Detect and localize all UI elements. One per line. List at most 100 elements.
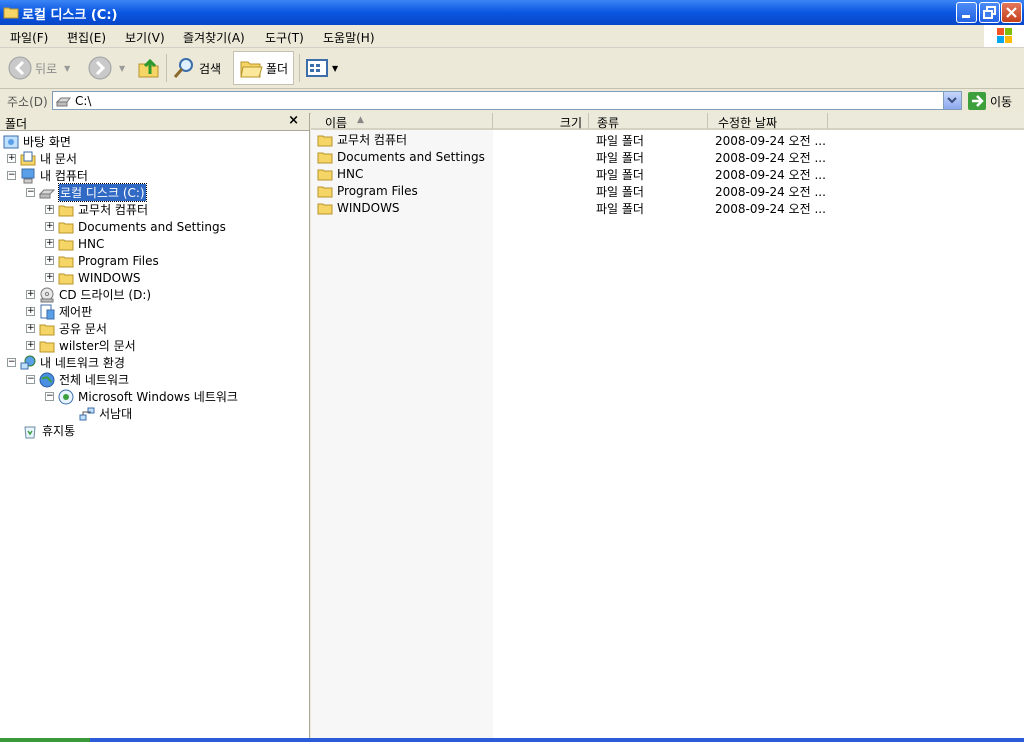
file-type: 파일 폴더 [596,168,644,182]
list-item[interactable]: Documents and Settings 파일 폴더 2008-09-24 … [311,148,1024,165]
restore-icon [983,6,996,19]
tree-item-folder[interactable]: + HNC [45,235,104,252]
tree-item-label: HNC [78,236,105,251]
expand-icon[interactable]: + [45,222,54,231]
globe-icon [39,372,55,387]
column-header-empty [828,113,1024,130]
restore-button[interactable] [979,2,1000,23]
expand-icon[interactable]: + [26,324,35,333]
taskbar-edge [0,738,1024,742]
tree-item-my-network[interactable]: − 내 네트워크 환경 [7,354,125,371]
windows-network-icon [58,389,74,404]
column-header-name[interactable]: 이름 ▲ [311,113,493,130]
menu-favorites[interactable]: 즐겨찾기(A) [183,29,245,46]
cd-drive-icon [40,287,54,302]
folder-pane-close-button[interactable]: × [288,113,299,128]
tree-item-entire-network[interactable]: − 전체 네트워크 [26,371,129,388]
control-panel-icon [40,304,55,319]
folder-icon [317,152,333,163]
column-header-type[interactable]: 종류 [589,113,708,130]
back-button[interactable]: 뒤로 ▼ [8,52,70,84]
go-button[interactable]: 이동 [968,92,1012,110]
forward-button[interactable]: ▼ [88,52,125,84]
folders-label: 폴더 [266,61,289,76]
title-bar[interactable]: 로컬 디스크 (C:) [0,0,1024,25]
address-dropdown-button[interactable] [943,92,961,109]
menu-view[interactable]: 보기(V) [125,29,165,46]
tree-item-folder[interactable]: + 교무처 컴퓨터 [45,201,148,218]
tree-item-control-panel[interactable]: + 제어판 [26,303,92,320]
file-name: 교무처 컴퓨터 [337,133,408,147]
tree-item-cd-drive[interactable]: + CD 드라이브 (D:) [26,286,151,303]
tree-item-folder[interactable]: + Program Files [45,252,159,269]
search-button[interactable]: 검색 [172,52,221,84]
file-type: 파일 폴더 [596,185,644,199]
views-button[interactable]: ▼ [305,52,338,84]
minimize-button[interactable] [956,2,977,23]
menu-tools[interactable]: 도구(T) [265,29,304,46]
collapse-icon[interactable]: − [7,358,16,367]
folder-icon [317,203,333,214]
views-dropdown-icon[interactable]: ▼ [332,64,338,73]
file-name: Documents and Settings [337,149,485,164]
tree-item-workgroup[interactable]: 서남대 [79,405,132,422]
tree-item-label: 공유 문서 [59,322,107,336]
menu-file[interactable]: 파일(F) [10,29,48,46]
address-bar: 주소(D) C:\ 이동 [0,89,1024,114]
back-label: 뒤로 [35,61,58,76]
collapse-icon[interactable]: − [45,392,54,401]
expand-icon[interactable]: + [26,290,35,299]
menu-edit[interactable]: 편집(E) [67,29,106,46]
list-item[interactable]: HNC 파일 폴더 2008-09-24 오전 ... [311,165,1024,182]
forward-dropdown-icon[interactable]: ▼ [119,64,125,73]
column-type-label: 종류 [597,116,620,130]
list-item[interactable]: WINDOWS 파일 폴더 2008-09-24 오전 ... [311,199,1024,216]
go-label: 이동 [990,94,1013,109]
back-dropdown-icon[interactable]: ▼ [64,64,70,73]
list-item[interactable]: 교무처 컴퓨터 파일 폴더 2008-09-24 오전 ... [311,131,1024,148]
tree-item-label: wilster의 문서 [59,339,136,353]
tree-item-desktop[interactable]: 바탕 화면 [3,133,71,150]
collapse-icon[interactable]: − [7,171,16,180]
file-modified: 2008-09-24 오전 ... [715,168,826,182]
workgroup-icon [79,407,95,420]
recycle-bin-icon [24,426,36,438]
sorted-column-highlight [311,130,493,742]
drive-icon [56,97,71,107]
up-folder-icon [138,58,159,78]
tree-item-label: Program Files [78,253,159,268]
expand-icon[interactable]: + [45,256,54,265]
expand-icon[interactable]: + [26,341,35,350]
column-header-size[interactable]: 크기 [493,113,589,130]
tree-item-local-disk-c[interactable]: − 로컬 디스크 (C:) [26,183,147,202]
tree-item-label: WINDOWS [78,270,141,285]
tree-item-ms-windows-network[interactable]: − Microsoft Windows 네트워크 [45,388,238,405]
collapse-icon[interactable]: − [26,188,35,197]
tree-item-user-documents[interactable]: + wilster의 문서 [26,337,136,354]
tree-item-shared-documents[interactable]: + 공유 문서 [26,320,107,337]
tree-item-folder[interactable]: + WINDOWS [45,269,141,286]
column-header-modified[interactable]: 수정한 날짜 [708,113,828,130]
tree-item-my-computer[interactable]: − 내 컴퓨터 [7,167,88,184]
expand-icon[interactable]: + [45,273,54,282]
list-item[interactable]: Program Files 파일 폴더 2008-09-24 오전 ... [311,182,1024,199]
chevron-down-icon [947,97,957,104]
tree-item-recycle-bin[interactable]: 휴지통 [22,422,75,439]
collapse-icon[interactable]: − [26,375,35,384]
tree-item-folder[interactable]: + Documents and Settings [45,218,226,235]
go-arrow-icon [968,92,986,110]
expand-icon[interactable]: + [45,205,54,214]
tree-item-label: 서남대 [99,407,133,421]
close-button[interactable] [1001,2,1022,23]
address-input[interactable]: C:\ [52,91,962,110]
file-modified: 2008-09-24 오전 ... [715,151,826,165]
expand-icon[interactable]: + [7,154,16,163]
file-name: HNC [337,166,364,181]
menu-help[interactable]: 도움말(H) [323,29,375,46]
sort-ascending-icon: ▲ [357,115,364,125]
expand-icon[interactable]: + [26,307,35,316]
folders-button[interactable]: 폴더 [233,51,295,85]
expand-icon[interactable]: + [45,239,54,248]
tree-item-my-documents[interactable]: + 내 문서 [7,150,77,167]
up-folder-button[interactable] [137,52,161,84]
